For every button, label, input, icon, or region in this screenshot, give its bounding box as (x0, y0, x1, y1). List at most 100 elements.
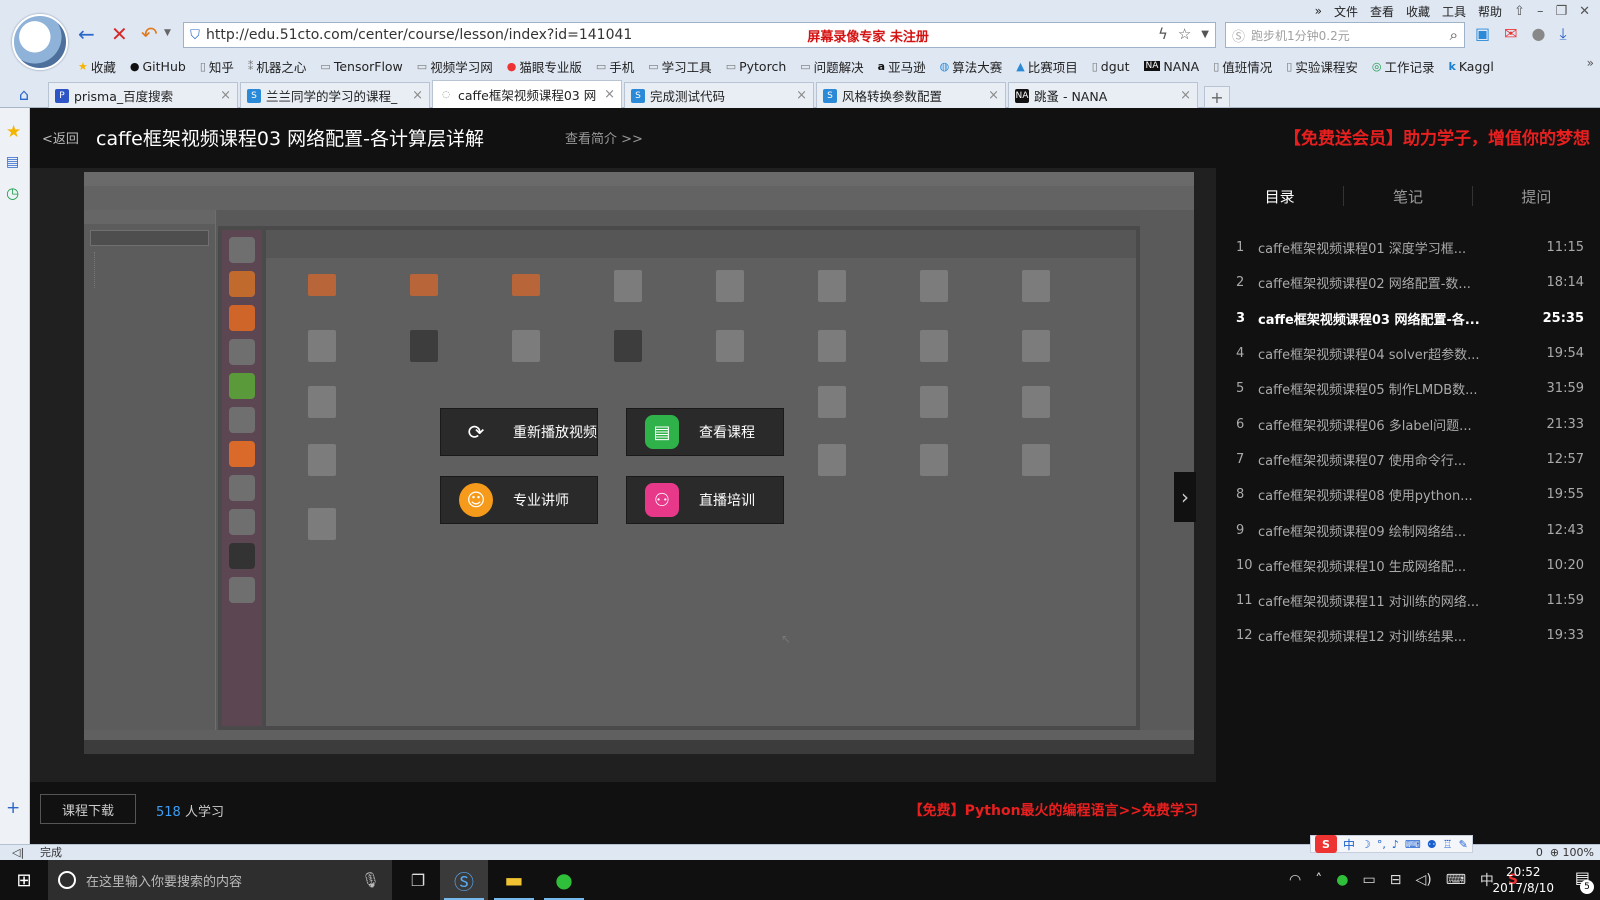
url-text[interactable]: http://edu.51cto.com/center/course/lesso… (206, 27, 632, 43)
close-icon[interactable]: × (988, 88, 999, 103)
lesson-item[interactable]: 11 caffe框架视频课程11 对训练的网络... 11:59 (1216, 583, 1600, 618)
live-training-button[interactable]: ⚇ 直播培训 (626, 476, 784, 524)
bookmark-zhihu[interactable]: ▯ 知乎 (200, 57, 234, 76)
lesson-item[interactable]: 10 caffe框架视频课程10 生成网络配... 10:20 (1216, 548, 1600, 583)
menu-view[interactable]: 查看 (1370, 3, 1394, 20)
back-arrow-icon[interactable]: ← (78, 22, 95, 46)
course-download-button[interactable]: 课程下载 (40, 794, 136, 824)
sidebar-toggle-icon[interactable]: ◁| (12, 845, 24, 861)
lesson-item[interactable]: 2 caffe框架视频课程02 网络配置-数... 18:14 (1216, 265, 1600, 300)
menu-chevron[interactable]: » (1315, 4, 1322, 18)
close-icon[interactable]: × (604, 87, 615, 102)
search-engine-icon[interactable]: Ⓢ (1232, 26, 1245, 45)
favorites-star-icon[interactable]: ★ (6, 122, 21, 142)
chevron-down-icon[interactable]: ▼ (164, 28, 171, 38)
history-clock-icon[interactable]: ◷ (6, 184, 19, 202)
bookmark-duty[interactable]: ▯ 值班情况 (1213, 57, 1272, 76)
lesson-item[interactable]: 5 caffe框架视频课程05 制作LMDB数... 31:59 (1216, 371, 1600, 406)
extension-icon[interactable]: ▣ (1475, 24, 1490, 44)
back-link[interactable]: <返回 (42, 128, 79, 147)
moon-icon[interactable]: ☽ (1361, 838, 1371, 851)
tab-test-code[interactable]: S 完成测试代码 × (624, 82, 814, 108)
keyboard-icon[interactable]: ⌨ (1405, 838, 1421, 851)
keyboard-icon[interactable]: ⌨ (1446, 872, 1466, 888)
tab-catalog[interactable]: 目录 (1216, 168, 1343, 224)
skin-icon[interactable]: ⇧ (1514, 4, 1525, 19)
close-icon[interactable]: × (412, 88, 423, 103)
tab-my-courses[interactable]: S 兰兰同学的学习的课程_ × (240, 82, 430, 108)
system-clock[interactable]: 20:52 2017/8/10 (1492, 864, 1554, 896)
lesson-item[interactable]: 6 caffe框架视频课程06 多label问题... 21:33 (1216, 406, 1600, 441)
windows-start-icon[interactable]: ⊞ (0, 860, 48, 900)
bookmark-nana[interactable]: NA NANA (1143, 59, 1199, 74)
wechat-icon[interactable]: ● (540, 860, 588, 900)
bookmark-problems[interactable]: ▭ 问题解决 (800, 57, 863, 76)
close-icon[interactable]: × (220, 88, 231, 103)
tab-notes[interactable]: 笔记 (1344, 168, 1471, 224)
bookmark-jiqizhixin[interactable]: ⁑ 机器之心 (248, 57, 307, 76)
menu-tools[interactable]: 工具 (1442, 3, 1466, 20)
pro-lecturer-button[interactable]: ☺ 专业讲师 (440, 476, 598, 524)
lesson-item[interactable]: 7 caffe框架视频课程07 使用命令行... 12:57 (1216, 442, 1600, 477)
bookmark-pytorch[interactable]: ▭ Pytorch (726, 59, 787, 74)
add-sidebar-icon[interactable]: + (6, 798, 20, 818)
bookmark-favorites[interactable]: ★ 收藏 (78, 57, 116, 76)
bookmark-study-tools[interactable]: ▭ 学习工具 (648, 57, 711, 76)
stop-icon[interactable]: ✕ (111, 22, 128, 46)
view-course-button[interactable]: ▤ 查看课程 (626, 408, 784, 456)
cortana-search[interactable]: 在这里输入你要搜索的内容 🎙︎ (48, 860, 392, 900)
tab-nana[interactable]: NA 跳蚤 - NANA × (1008, 82, 1198, 108)
shirt-icon[interactable]: ♖ (1443, 838, 1453, 851)
user-icon[interactable]: ⚉ (1427, 838, 1437, 851)
user-avatar[interactable] (12, 14, 68, 70)
zoom-level[interactable]: 0 ⊕ 100% (1536, 845, 1594, 861)
lesson-item[interactable]: 8 caffe框架视频课程08 使用python... 19:55 (1216, 477, 1600, 512)
bookmark-dgut[interactable]: ▯ dgut (1092, 59, 1130, 74)
bookmark-lab-course[interactable]: ▯ 实验课程安 (1286, 57, 1358, 76)
search-input[interactable]: 跑步机1分钟0.2元 (1251, 27, 1450, 44)
undo-icon[interactable]: ↶ (141, 22, 158, 46)
task-view-icon[interactable]: ❐ (396, 860, 440, 900)
star-icon[interactable]: ☆ (1178, 25, 1191, 45)
lesson-item[interactable]: 3 caffe框架视频课程03 网络配置-各... 25:35 (1216, 301, 1600, 336)
tab-prisma[interactable]: P prisma_百度搜索 × (48, 82, 238, 108)
chevron-right-icon[interactable]: › (1174, 472, 1196, 522)
bookmark-video-site[interactable]: ▭ 视频学习网 (417, 57, 493, 76)
gift-icon[interactable]: ✉ (1504, 24, 1517, 44)
new-tab-button[interactable]: + (1204, 86, 1230, 108)
taskbar-search-input[interactable]: 在这里输入你要搜索的内容 (86, 871, 351, 890)
bookmark-github[interactable]: ● GitHub (130, 59, 186, 74)
menu-help[interactable]: 帮助 (1478, 3, 1502, 20)
menu-favorites[interactable]: 收藏 (1406, 3, 1430, 20)
bookmark-phone[interactable]: ▭ 手机 (596, 57, 634, 76)
lesson-item[interactable]: 4 caffe框架视频课程04 solver超参数... 19:54 (1216, 336, 1600, 371)
wifi-icon[interactable]: ◠ (1289, 872, 1301, 888)
restore-button[interactable]: ❐ (1555, 4, 1567, 19)
download-icon[interactable]: ⤓ (1560, 24, 1567, 44)
punctuation-icon[interactable]: °, (1377, 838, 1386, 851)
volume-icon[interactable]: ◁) (1415, 872, 1431, 888)
lesson-item[interactable]: 1 caffe框架视频课程01 深度学习框... 11:15 (1216, 230, 1600, 265)
lightning-icon[interactable]: ϟ (1158, 25, 1168, 45)
microphone-icon[interactable]: ♪ (1392, 838, 1399, 851)
bookmark-tensorflow[interactable]: ▭ TensorFlow (320, 59, 402, 74)
home-icon[interactable]: ⌂ (0, 80, 48, 108)
chevron-up-icon[interactable]: ˄ (1315, 872, 1322, 888)
sogou-browser-app-icon[interactable]: Ⓢ (440, 860, 488, 900)
chevron-down-icon[interactable]: ▼ (1201, 25, 1209, 45)
battery-icon[interactable]: ▭ (1362, 872, 1375, 888)
bookmark-amazon[interactable]: a 亚马逊 (878, 57, 926, 76)
video-player[interactable]: ↖ ⟳ 重新播放视频 ▤ 查看课程 ☺ 专业讲师 ⚇ 直播培训 › (30, 168, 1216, 782)
reading-list-icon[interactable]: ▤ (6, 154, 19, 170)
tab-caffe-course[interactable]: ◌ caffe框架视频课程03 网 × (432, 80, 622, 108)
tab-questions[interactable]: 提问 (1473, 168, 1600, 224)
replay-video-button[interactable]: ⟳ 重新播放视频 (440, 408, 598, 456)
menu-dots-icon[interactable]: ● (1532, 24, 1546, 44)
lesson-item[interactable]: 9 caffe框架视频课程09 绘制网络结... 12:43 (1216, 512, 1600, 547)
promo-banner-bottom[interactable]: 【免费】Python最火的编程语言>>免费学习 (909, 800, 1198, 820)
bookmark-maoyan[interactable]: ● 猫眼专业版 (507, 57, 582, 76)
bookmarks-more-button[interactable]: » (1587, 56, 1594, 70)
close-icon[interactable]: × (796, 88, 807, 103)
address-bar[interactable]: ⛉ http://edu.51cto.com/center/course/les… (183, 22, 1216, 48)
wechat-tray-icon[interactable]: ● (1336, 872, 1348, 888)
